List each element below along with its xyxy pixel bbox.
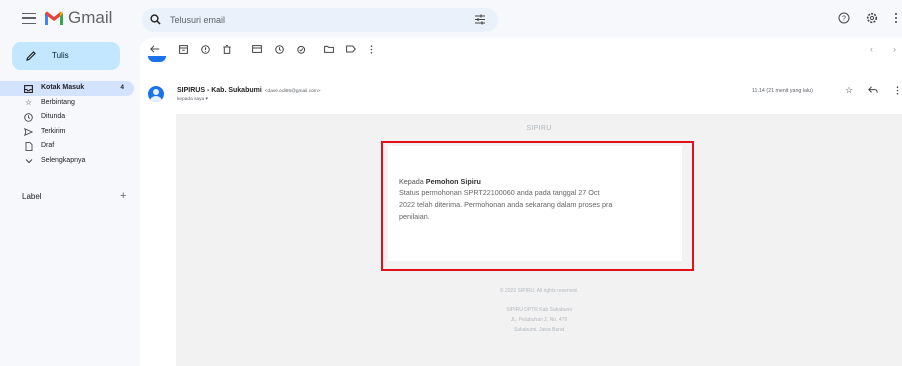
highlight-box — [381, 141, 694, 271]
unread-count: 4 — [120, 84, 124, 91]
apps-menu-icon[interactable] — [894, 11, 898, 23]
add-task-icon[interactable] — [296, 44, 306, 54]
compose-button[interactable]: Tulis — [12, 42, 120, 70]
search-input[interactable] — [170, 8, 450, 32]
clock-icon — [24, 113, 33, 122]
more-vert-icon[interactable] — [892, 85, 902, 95]
email-brand: SIPIRU — [526, 125, 552, 132]
compose-label: Tulis — [52, 51, 69, 60]
footer-org: SIPIRU DPTR Kab Sukabumi — [506, 307, 572, 313]
sidebar-nav: Kotak Masuk 4 ☆ Berbintang Ditunda Terki… — [0, 81, 136, 168]
report-spam-icon[interactable] — [200, 44, 210, 54]
inbox-icon — [24, 84, 33, 93]
pagination: ‹ › — [870, 44, 896, 54]
sender-name[interactable]: SIPIRUS - Kab. Sukabumi — [177, 87, 262, 94]
sidebar-item-snoozed[interactable]: Ditunda — [0, 110, 136, 125]
snooze-icon[interactable] — [274, 44, 284, 54]
sender-email: <dave.edi65@gmail.com> — [264, 89, 321, 94]
previous-avatar — [148, 56, 166, 62]
details-dropdown-icon[interactable]: ▾ — [206, 97, 208, 102]
footer-city: Sukabumi, Jawa Barat — [513, 327, 565, 333]
search-icon[interactable] — [150, 14, 161, 25]
move-to-icon[interactable] — [324, 44, 334, 54]
app-name: Gmail — [68, 8, 113, 27]
sidebar-item-label: Terkirim — [41, 127, 66, 135]
message-time: 11.14 (21 menit yang lalu) — [752, 88, 813, 94]
more-options-icon[interactable] — [366, 44, 376, 54]
back-arrow-icon[interactable] — [150, 44, 160, 54]
mark-unread-icon[interactable] — [252, 44, 262, 54]
star-icon[interactable]: ☆ — [844, 85, 854, 95]
sidebar-item-inbox[interactable]: Kotak Masuk 4 — [0, 81, 134, 96]
top-right-actions: ? — [838, 11, 902, 24]
sidebar-item-sent[interactable]: Terkirim — [0, 125, 136, 140]
sidebar-item-label: Draf — [41, 142, 55, 149]
footer-address: JL. Pelabuhan 2, No. 479 — [510, 317, 568, 323]
reply-icon[interactable] — [868, 85, 878, 95]
message-actions: ☆ — [844, 85, 902, 95]
newer-chevron-icon[interactable]: ‹ — [870, 44, 873, 54]
settings-gear-icon[interactable] — [866, 11, 878, 24]
gmail-logo-icon[interactable] — [44, 10, 64, 26]
draft-icon — [24, 142, 33, 151]
avatar[interactable] — [148, 86, 164, 102]
message-toolbar: ‹ › — [140, 38, 902, 60]
sidebar-item-drafts[interactable]: Draf — [0, 139, 136, 154]
labels-heading: Label — [22, 192, 42, 201]
send-icon — [24, 128, 33, 137]
support-icon[interactable]: ? — [838, 11, 850, 24]
footer-copyright: © 2022 SIPIRU. All rights reserved. — [499, 288, 579, 294]
delete-icon[interactable] — [222, 44, 232, 54]
pencil-icon — [26, 51, 36, 61]
recipient-line[interactable]: kepada saya ▾ — [177, 97, 208, 102]
chevron-down-icon — [24, 157, 33, 166]
sidebar-item-starred[interactable]: ☆ Berbintang — [0, 96, 136, 111]
add-label-icon[interactable]: + — [120, 190, 126, 202]
svg-text:?: ? — [842, 16, 846, 23]
archive-icon[interactable] — [178, 44, 188, 54]
sender-line: SIPIRUS - Kab. Sukabumi <dave.edi65@gmai… — [177, 87, 321, 94]
star-icon: ☆ — [24, 98, 33, 107]
sidebar-item-label: Ditunda — [41, 113, 66, 120]
sidebar-item-label: Selengkapnya — [41, 156, 86, 164]
search-options-icon[interactable] — [474, 14, 486, 25]
older-chevron-icon[interactable]: › — [893, 44, 896, 54]
sidebar-item-more[interactable]: Selengkapnya — [0, 154, 136, 169]
sidebar-item-label: Kotak Masuk — [41, 84, 85, 91]
main-menu-icon[interactable] — [22, 13, 36, 24]
top-bar: Gmail ? — [0, 0, 902, 40]
sidebar-item-label: Berbintang — [41, 98, 75, 106]
label-icon[interactable] — [346, 44, 356, 54]
recipient-label: kepada saya — [177, 97, 205, 102]
search-bar[interactable] — [142, 8, 498, 32]
